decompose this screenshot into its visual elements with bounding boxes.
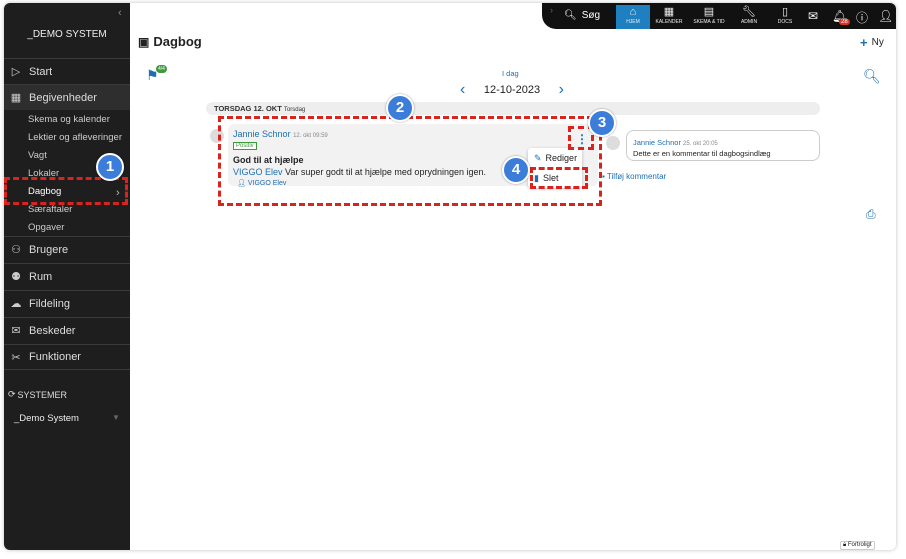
sidebar: ‹ _DEMO SYSTEM ▷ Start ▦ Begivenheder Sk… (4, 3, 130, 550)
annotation-number-3: 3 (588, 109, 616, 137)
sidebar-logo: _DEMO SYSTEM (27, 29, 107, 40)
user-icon[interactable]: 👤︎ (878, 9, 893, 23)
comment-icon: ▪ (602, 172, 605, 181)
play-icon: ▷ (11, 66, 21, 78)
sidebar-item-label: Fildeling (29, 297, 70, 310)
add-comment-link[interactable]: ▪ Tilføj kommentar (602, 172, 666, 181)
search-label: Søg (581, 10, 601, 21)
nav-docs-button[interactable]: ▯ DOCS (768, 5, 802, 29)
print-icon[interactable]: ⎙ (866, 207, 876, 222)
nav-label: ADMIN (740, 19, 758, 25)
comment-timestamp: 25. okt 20:05 (683, 141, 718, 147)
top-bar: › 🔍︎ Søg ⌂ HJEM ▦ KALENDER ▤ SKEMA & TID… (542, 3, 896, 29)
wrench-icon: 🔧︎ (742, 6, 756, 18)
refresh-icon: ⟳ (8, 389, 16, 399)
lock-icon: 🔒︎ (843, 542, 847, 548)
cloud-icon: ☁ (10, 298, 22, 310)
nav-admin-button[interactable]: 🔧︎ ADMIN (732, 5, 766, 29)
sidebar-collapse-icon[interactable]: ‹ (118, 7, 122, 19)
annotation-box-4 (530, 167, 588, 189)
home-icon: ⌂ (629, 6, 637, 18)
sidebar-item-brugere[interactable]: ⚇ Brugere (4, 236, 130, 262)
nav-calendar-button[interactable]: ▦ KALENDER (652, 5, 686, 29)
calendar-icon: ▦ (10, 92, 22, 104)
sidebar-item-label: Start (29, 65, 53, 78)
current-date[interactable]: 12-10-2023 (484, 84, 540, 96)
caret-down-icon[interactable]: ▼ (112, 413, 120, 422)
comment-text: Dette er en kommentar til dagbogsindlæg (633, 149, 771, 158)
nav-label: KALENDER (655, 19, 683, 25)
new-label: Ny (871, 37, 884, 48)
day-header: TORSDAG 12. OKT Torsdag (206, 102, 820, 115)
nav-label: HJEM (626, 19, 640, 25)
sidebar-item-beskeder[interactable]: ✉ Beskeder (4, 317, 130, 343)
sidebar-subitem-saeraftaler[interactable]: Særaftaler (28, 204, 72, 215)
mail-icon[interactable]: ✉ (808, 9, 818, 23)
chevron-right-icon: › (550, 5, 553, 15)
nav-label: SKEMA & TID (693, 19, 725, 25)
page-title: ▣ Dagbog (138, 34, 202, 49)
day-label: TORSDAG 12. OKT (214, 104, 282, 113)
sidebar-item-funktioner[interactable]: ✂ Funktioner (4, 344, 130, 370)
confidential-label: Fortroligt (847, 542, 872, 548)
message-icon: ✉ (11, 325, 21, 337)
new-button[interactable]: + Ny (860, 35, 884, 50)
notification-badge: 28 (839, 19, 850, 25)
search-button[interactable]: 🔍︎ Søg (564, 10, 600, 21)
sidebar-item-label: Brugere (29, 243, 69, 256)
sidebar-subitem-lektier[interactable]: Lektier og afleveringer (28, 132, 122, 143)
annotation-number-1: 1 (96, 153, 124, 181)
annotation-number-2: 2 (386, 94, 414, 122)
systemer-heading: ⟳ SYSTEMER (8, 389, 67, 400)
tools-icon: ✂ (11, 351, 21, 364)
search-icon: 🔍︎ (564, 10, 577, 21)
sidebar-item-label: Rum (29, 270, 53, 283)
chevron-left-icon[interactable]: ‹ (460, 81, 465, 99)
chevron-right-icon[interactable]: › (559, 81, 564, 99)
sidebar-item-label: Beskeder (29, 324, 76, 337)
annotation-number-4: 4 (502, 156, 530, 184)
comment-bubble: Jannie Schnor 25. okt 20:05 Dette er en … (626, 130, 820, 161)
journal-icon: ▣ (138, 34, 150, 49)
nav-label: DOCS (777, 19, 793, 25)
sidebar-subitem-opgaver[interactable]: Opgaver (28, 222, 64, 233)
comment-author-name[interactable]: Jannie Schnor (633, 138, 681, 147)
sidebar-item-begivenheder[interactable]: ▦ Begivenheder (4, 84, 130, 110)
search-icon[interactable]: 🔍︎ (863, 68, 881, 85)
annotation-box-2 (218, 116, 602, 206)
nav-home-button[interactable]: ⌂ HJEM (616, 5, 650, 29)
confidential-badge: 🔒︎ Fortroligt (840, 541, 875, 550)
sidebar-subitem-vagt[interactable]: Vagt (28, 150, 47, 161)
system-selector[interactable]: _Demo System (14, 413, 79, 424)
avatar (606, 136, 620, 150)
app-window: ‹ _DEMO SYSTEM ▷ Start ▦ Begivenheder Sk… (4, 3, 896, 550)
date-navigator: ‹ 12-10-2023 › (460, 81, 564, 99)
sidebar-item-start[interactable]: ▷ Start (4, 58, 130, 84)
plus-icon: + (860, 35, 868, 50)
document-icon: ▯ (781, 6, 789, 18)
group-icon: ⚉ (11, 271, 21, 283)
sidebar-subitem-skema[interactable]: Skema og kalender (28, 114, 110, 125)
calendar-icon: ▦ (663, 6, 675, 18)
users-icon: ⚇ (11, 244, 21, 256)
sidebar-item-fildeling[interactable]: ☁ Fildeling (4, 290, 130, 316)
annotation-box-1 (4, 177, 128, 205)
sidebar-item-rum[interactable]: ⚉ Rum (4, 263, 130, 289)
schedule-icon: ▤ (703, 6, 715, 18)
systemer-label: SYSTEMER (17, 389, 68, 400)
help-icon[interactable]: ⓘ (856, 9, 868, 26)
today-link[interactable]: I dag (502, 69, 519, 78)
day-sublabel: Torsdag (283, 107, 306, 113)
sidebar-item-label: Funktioner (29, 351, 81, 363)
add-comment-label: Tilføj kommentar (606, 172, 667, 181)
sidebar-item-label: Begivenheder (29, 91, 97, 104)
nav-schedule-button[interactable]: ▤ SKEMA & TID (688, 5, 730, 29)
flag-count-badge: 4/4 (156, 65, 167, 73)
comment-author: Jannie Schnor 25. okt 20:05 (633, 138, 718, 147)
page-title-text: Dagbog (153, 34, 202, 49)
